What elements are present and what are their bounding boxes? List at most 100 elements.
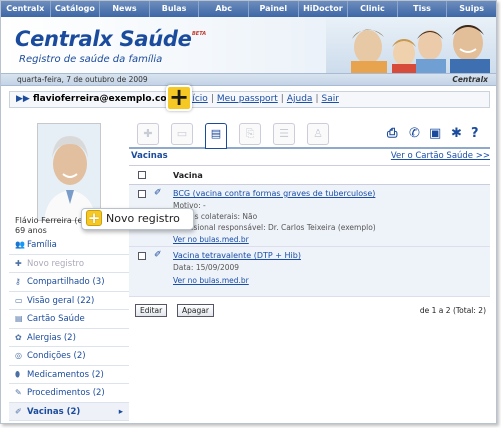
callout-label: Novo registro — [106, 212, 180, 225]
sidebar-item-condicoes[interactable]: ◎ Condições (2) — [9, 347, 129, 366]
link-sair[interactable]: Sair — [321, 94, 338, 104]
column-header: Vacina — [173, 171, 203, 180]
sidebar-item-label: Novo registro — [27, 258, 85, 269]
topnav-item-tiss[interactable]: Tiss — [398, 1, 448, 17]
people-icon: 👥 — [15, 240, 25, 249]
sidebar-menu: 👥 Família ✚ Novo registro ⚷ Compartilhado (… — [9, 236, 129, 421]
new-record-callout[interactable]: + Novo registro — [81, 208, 194, 230]
syringe-icon: ✐ — [154, 250, 162, 260]
main-panel: ✚ ▭ ▤ ⎘ ☰ ♙ ⎙ ✆ ▣ ✱ ? Vacinas Ver o Cart… — [129, 113, 490, 423]
topnav-item-abc[interactable]: Abc — [199, 1, 249, 17]
add-record-icon[interactable]: ✚ — [137, 123, 159, 145]
sidebar-item-label: Família — [27, 240, 57, 250]
record-toolbar: ✚ ▭ ▤ ⎘ ☰ ♙ ⎙ ✆ ▣ ✱ ? — [129, 119, 490, 149]
row-checkbox[interactable] — [138, 190, 146, 198]
add-callout-icon: + — [166, 85, 192, 111]
divider: | — [210, 94, 214, 104]
tip-icon[interactable]: ✱ — [451, 126, 462, 141]
card-icon: ▤ — [15, 314, 23, 323]
sidebar-item-procedimentos[interactable]: ✎ Procedimentos (2) — [9, 384, 129, 403]
section-header: Vacinas Ver o Cartão Saúde >> — [129, 149, 490, 163]
topnav-item-clinic[interactable]: Clinic — [348, 1, 398, 17]
syringe-icon: ✐ — [15, 406, 22, 416]
double-arrow-icon: ▶▶ — [16, 94, 33, 104]
card-link[interactable]: Ver o Cartão Saúde >> — [391, 151, 490, 161]
profile-name: Flávio Ferreira (e — [15, 216, 83, 225]
folder-icon: ▭ — [15, 295, 23, 305]
family-photo — [326, 17, 496, 73]
sidebar-item-vacinas[interactable]: ✐ Vacinas (2) ▸ — [9, 402, 129, 421]
profile-age: 69 anos — [15, 226, 47, 235]
select-all-checkbox[interactable] — [138, 171, 146, 179]
sidebar-item-label: Cartão Saúde — [27, 314, 85, 324]
sidebar-item-label: Vacinas (2) — [27, 406, 81, 417]
sidebar-item-alergias[interactable]: ✿ Alergias (2) — [9, 329, 129, 347]
app-window: Centralx Catálogo News Bulas Abc Painel HiDoct… — [0, 0, 497, 424]
edit-button[interactable]: Editar — [135, 304, 168, 317]
topnav-item-hidoctor[interactable]: HiDoctor — [299, 1, 349, 17]
person-icon[interactable]: ♙ — [307, 123, 329, 145]
sidebar-item-label: Medicamentos (2) — [27, 369, 104, 380]
pagination-info: de 1 a 2 (Total: 2) — [419, 306, 486, 315]
vaccine-title[interactable]: Vacina tetravalente (DTP + Hib) — [173, 251, 301, 260]
pill-icon: ⬮ — [15, 369, 21, 379]
user-bar: ▶▶ flavioferreira@exemplo.com Início | Meu… — [9, 91, 490, 108]
table-row[interactable]: ✐ Vacina tetravalente (DTP + Hib) Data: … — [129, 247, 490, 297]
link-ajuda[interactable]: Ajuda — [287, 94, 313, 104]
table-footer: Editar Apagar de 1 a 2 (Total: 2) — [129, 303, 490, 319]
vaccine-table: Vacina ✐ BCG (vacina contra formas grave… — [129, 165, 490, 297]
delete-button[interactable]: Apagar — [177, 304, 214, 317]
chevron-right-icon: ▸ — [118, 406, 123, 417]
sidebar-item-visao-geral[interactable]: ▭ Visão geral (22) — [9, 292, 129, 310]
bulas-link[interactable]: Ver no bulas.med.br — [173, 235, 249, 244]
site-header: Centralx Saúde BETA Registro de saúde da… — [1, 17, 496, 73]
help-icon[interactable]: ? — [471, 126, 479, 141]
sidebar: Flávio Ferreira (e 69 anos 👥 Família ✚ Nov… — [9, 113, 129, 423]
sidebar-item-compartilhado[interactable]: ⚷ Compartilhado (3) — [9, 273, 129, 292]
divider: | — [315, 94, 319, 104]
vaccine-title[interactable]: BCG (vacina contra formas graves de tube… — [173, 189, 375, 198]
sidebar-item-label: Condições (2) — [27, 351, 86, 361]
plus-icon: + — [86, 209, 102, 227]
sidebar-item-label: Procedimentos (2) — [27, 388, 105, 398]
topnav-item-cat-logo[interactable]: Catálogo — [51, 1, 101, 17]
card-view-icon[interactable]: ▤ — [205, 123, 227, 149]
allergy-icon: ✿ — [15, 332, 22, 342]
key-icon: ⚷ — [15, 277, 21, 286]
topnav-item-painel[interactable]: Painel — [249, 1, 299, 17]
procedure-icon: ✎ — [15, 388, 22, 397]
user-links: Início | Meu passport | Ajuda | Sair — [184, 92, 339, 107]
divider: | — [280, 94, 284, 104]
sidebar-item-familia[interactable]: 👥 Família — [9, 236, 129, 255]
topnav-item-centralx[interactable]: Centralx — [1, 1, 51, 17]
date-bar: quarta-feira, 7 de outubro de 2009 Centr… — [1, 73, 496, 86]
bulas-link[interactable]: Ver no bulas.med.br — [173, 276, 249, 285]
calendar-icon[interactable]: ▭ — [171, 123, 193, 145]
record-detail: Data: 15/09/2009 — [173, 263, 240, 272]
print-icon[interactable]: ⎙ — [387, 126, 397, 141]
topnav-item-suips[interactable]: Suips — [447, 1, 496, 17]
site-tagline: Registro de saúde da família — [19, 54, 163, 65]
section-title: Vacinas — [131, 151, 168, 161]
attachment-icon[interactable]: ⎘ — [239, 123, 261, 145]
plus-icon: ✚ — [15, 258, 22, 268]
sidebar-item-label: Alergias (2) — [27, 332, 76, 343]
sidebar-item-label: Visão geral (22) — [27, 295, 95, 306]
site-logo[interactable]: Centralx Saúde — [15, 27, 192, 51]
current-date: quarta-feira, 7 de outubro de 2009 — [17, 75, 148, 84]
sidebar-item-cartao-saude[interactable]: ▤ Cartão Saúde — [9, 310, 129, 329]
sidebar-item-medicamentos[interactable]: ⬮ Medicamentos (2) — [9, 366, 129, 384]
profile-photo — [37, 123, 101, 221]
topnav-item-bulas[interactable]: Bulas — [150, 1, 200, 17]
topnav-item-news[interactable]: News — [100, 1, 150, 17]
mobile-icon[interactable]: ✆ — [409, 126, 420, 141]
chart-icon[interactable]: ☰ — [273, 123, 295, 145]
sidebar-item-label: Compartilhado (3) — [27, 277, 105, 287]
row-checkbox[interactable] — [138, 252, 146, 260]
sidebar-item-novo-registro[interactable]: ✚ Novo registro — [9, 255, 129, 273]
brand-label: Centralx — [452, 75, 488, 84]
top-navigation: Centralx Catálogo News Bulas Abc Painel HiDoct… — [1, 1, 496, 17]
tv-icon[interactable]: ▣ — [429, 126, 441, 141]
link-meu-passport[interactable]: Meu passport — [217, 94, 278, 104]
condition-icon: ◎ — [15, 351, 22, 360]
